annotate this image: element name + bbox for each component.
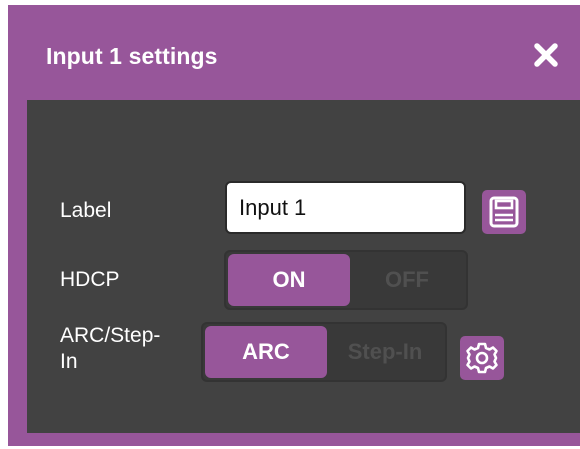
hdcp-off-option[interactable]: OFF — [350, 254, 464, 306]
stepin-option[interactable]: Step-In — [327, 326, 443, 378]
hdcp-on-option[interactable]: ON — [228, 254, 350, 306]
label-input[interactable] — [225, 181, 466, 234]
arc-field-label-line2: In — [60, 350, 78, 373]
arc-field-label-line1: ARC/Step- — [60, 324, 161, 347]
hdcp-toggle: ON OFF — [224, 250, 468, 310]
arc-settings-button[interactable] — [460, 336, 504, 380]
arc-option[interactable]: ARC — [205, 326, 327, 378]
settings-panel: Label HDCP ON OFF ARC/Step- In ARC Step-… — [27, 100, 580, 433]
save-icon — [489, 196, 519, 228]
close-icon — [534, 43, 558, 67]
hdcp-field-label: HDCP — [60, 268, 120, 291]
close-button[interactable] — [532, 41, 560, 69]
dialog-title: Input 1 settings — [46, 43, 218, 69]
dialog-title-bar: Input 1 settings — [8, 5, 580, 100]
input-settings-dialog: Input 1 settings Label HDCP ON OFF — [8, 5, 580, 446]
label-field-label: Label — [60, 199, 112, 222]
arc-stepin-toggle: ARC Step-In — [201, 322, 447, 382]
gear-icon — [466, 342, 498, 374]
save-label-button[interactable] — [482, 190, 526, 234]
